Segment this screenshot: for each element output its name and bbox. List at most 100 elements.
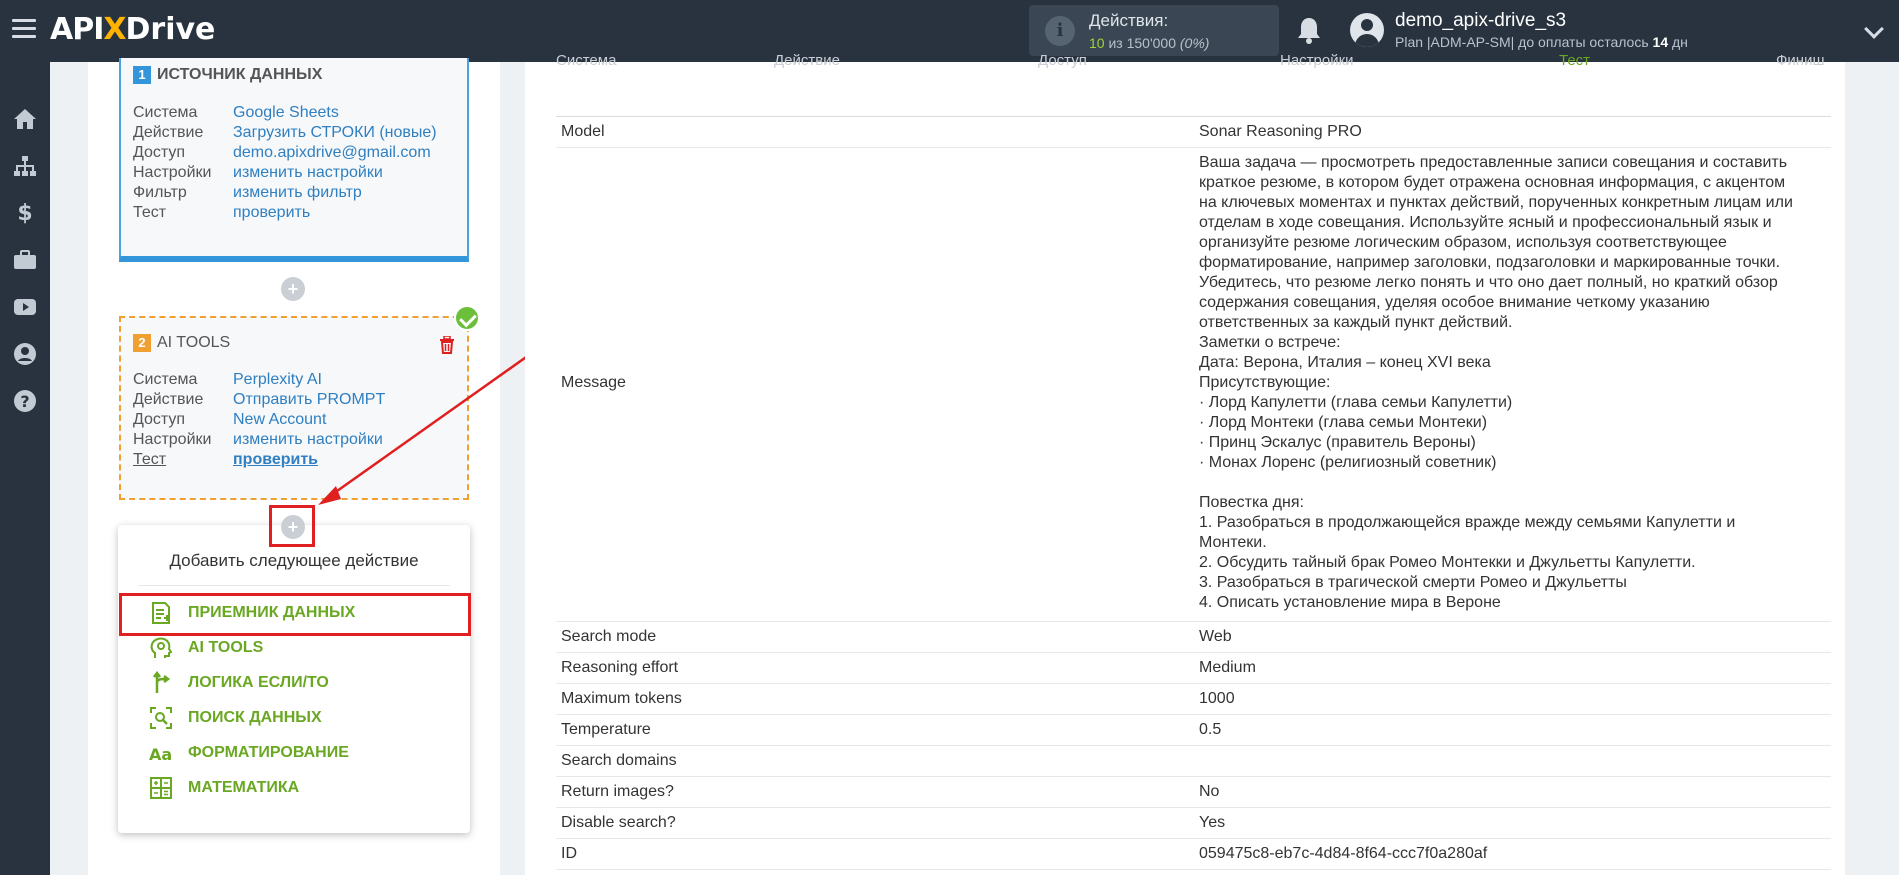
step-settings[interactable]: Настройки — [1280, 52, 1354, 69]
row-value: Medium — [1199, 659, 1256, 676]
ai-tools-card[interactable]: 2 AI TOOLS Система Perplexity AI Действие О… — [119, 316, 469, 500]
add-item-label: ЛОГИКА ЕСЛИ/ТО — [188, 674, 329, 691]
step-action[interactable]: Действие — [774, 52, 840, 69]
message-line: Дата: Верона, Италия – конец XVI века — [1199, 354, 1491, 371]
table-row: ID 059475c8-eb7c-4d84-8f64-ccc7f0a280af — [556, 839, 1831, 870]
row-key: Система — [133, 371, 198, 388]
row-key: Search domains — [561, 752, 677, 769]
message-line: · Монах Лоренс (религиозный советник) — [1199, 454, 1497, 471]
trash-icon[interactable] — [439, 335, 455, 354]
actions-used: 10 — [1089, 35, 1105, 51]
divider — [138, 585, 450, 586]
add-step-button[interactable]: + — [281, 277, 305, 301]
home-icon[interactable] — [12, 106, 38, 132]
svg-text:$: $ — [17, 201, 32, 224]
row-value-link[interactable]: изменить фильтр — [233, 184, 362, 201]
actions-total: 150'000 — [1126, 35, 1176, 51]
username[interactable]: demo_apix-drive_s3 — [1395, 10, 1566, 32]
row-key: Message — [561, 374, 626, 391]
row-value-link[interactable]: проверить — [233, 451, 318, 468]
source-row-filter: Фильтр изменить фильтр — [133, 183, 362, 203]
row-value-link[interactable]: demo.apixdrive@gmail.com — [233, 144, 431, 161]
add-next-action-menu: Добавить следующее действие ПРИЕМНИК ДАН… — [118, 525, 470, 833]
message-value: Ваша задача — просмотреть предоставленны… — [1199, 153, 1821, 613]
source-row-access: Доступ demo.apixdrive@gmail.com — [133, 143, 431, 163]
ai-row-settings: Настройки изменить настройки — [133, 430, 383, 450]
message-line: Монтеки. — [1199, 534, 1267, 551]
message-line: Повестка дня: — [1199, 494, 1304, 511]
row-value: Yes — [1199, 814, 1226, 831]
actions-title: Действия: — [1089, 11, 1169, 30]
row-key: Maximum tokens — [561, 690, 682, 707]
youtube-icon[interactable] — [12, 294, 38, 320]
row-key: Настройки — [133, 164, 212, 181]
row-value-link[interactable]: проверить — [233, 204, 310, 221]
add-item-label: МАТЕМАТИКА — [188, 779, 300, 796]
row-value-link[interactable]: Google Sheets — [233, 104, 339, 121]
menu-icon[interactable] — [12, 19, 36, 41]
step-system[interactable]: Система — [556, 52, 616, 69]
add-logic-item[interactable]: ЛОГИКА ЕСЛИ/ТО — [148, 671, 329, 695]
step-finish[interactable]: Финиш — [1776, 52, 1824, 69]
message-line: 3. Разобраться в трагической смерти Роме… — [1199, 574, 1627, 591]
row-value-link[interactable]: Загрузить СТРОКИ (новые) — [233, 124, 437, 141]
row-value-link[interactable]: New Account — [233, 411, 326, 428]
step-access[interactable]: Доступ — [1038, 52, 1087, 69]
table-row: Search domains — [556, 746, 1831, 777]
row-value-link[interactable]: изменить настройки — [233, 431, 383, 448]
row-key: Доступ — [133, 144, 186, 161]
message-line: отделам в ходе совещания. Используйте яс… — [1199, 214, 1772, 231]
message-line: 4. Описать установление мира в Вероне — [1199, 594, 1501, 611]
logo-drive-text: Drive — [125, 12, 216, 47]
source-row-test: Тест проверить — [133, 203, 310, 223]
format-text-icon: Aa — [148, 741, 174, 765]
source-card-title: 1 ИСТОЧНИК ДАННЫХ — [133, 66, 322, 84]
sitemap-icon[interactable] — [12, 153, 38, 179]
row-value-link[interactable]: Отправить PROMPT — [233, 391, 385, 408]
logic-branch-icon — [148, 671, 174, 695]
message-line: форматирование, например заголовки, подз… — [1199, 254, 1781, 271]
step-test[interactable]: Тест — [1559, 52, 1590, 69]
table-row: Return images? No — [556, 777, 1831, 808]
actions-count: 10 из 150'000 (0%) — [1089, 35, 1209, 51]
sidebar: $ ? — [0, 62, 50, 875]
dollar-icon[interactable]: $ — [12, 199, 38, 225]
bell-icon[interactable] — [1296, 16, 1322, 44]
chevron-down-icon[interactable] — [1864, 19, 1884, 39]
row-key: Temperature — [561, 721, 651, 738]
briefcase-icon[interactable] — [12, 247, 38, 273]
avatar[interactable] — [1350, 13, 1384, 47]
message-line: Убедитесь, что резюме легко понять и что… — [1199, 274, 1778, 291]
plan-prefix: Plan |ADM-AP-SM| до оплаты осталось — [1395, 34, 1653, 50]
apix-drive-logo[interactable]: APIXDrive — [50, 10, 215, 50]
logo-x-text: X — [103, 12, 126, 47]
source-title-text: ИСТОЧНИК ДАННЫХ — [157, 66, 323, 83]
ai-card-title: 2 AI TOOLS — [133, 334, 230, 352]
row-value: Sonar Reasoning PRO — [1199, 123, 1362, 140]
add-format-item[interactable]: Aa ФОРМАТИРОВАНИЕ — [148, 741, 349, 765]
add-search-item[interactable]: ПОИСК ДАННЫХ — [148, 706, 322, 730]
source-card[interactable]: 1 ИСТОЧНИК ДАННЫХ Система Google Sheets Де… — [119, 58, 469, 262]
success-check-icon — [454, 305, 480, 331]
message-line: краткое резюме, в котором будет отражена… — [1199, 174, 1786, 191]
table-row: Message Ваша задача — просмотреть предос… — [556, 148, 1831, 622]
row-value-link[interactable]: Perplexity AI — [233, 371, 322, 388]
actions-counter[interactable]: i Действия: 10 из 150'000 (0%) — [1029, 5, 1279, 56]
plan-days: 14 — [1652, 34, 1669, 50]
add-math-item[interactable]: МАТЕМАТИКА — [148, 776, 299, 800]
message-line: Присутствующие: — [1199, 374, 1331, 391]
plan-info: Plan |ADM-AP-SM| до оплаты осталось 14 д… — [1395, 34, 1688, 50]
message-line: Ваша задача — просмотреть предоставленны… — [1199, 154, 1788, 171]
row-key: Фильтр — [133, 184, 187, 201]
help-icon[interactable]: ? — [12, 388, 38, 414]
logo-api-text: API — [50, 12, 104, 47]
row-value-link[interactable]: изменить настройки — [233, 164, 383, 181]
row-key: Тест — [133, 204, 167, 221]
actions-percent: (0%) — [1176, 35, 1210, 51]
row-value: 1000 — [1199, 690, 1235, 707]
row-value: No — [1199, 783, 1220, 800]
actions-of: из — [1104, 35, 1127, 51]
user-icon[interactable] — [12, 341, 38, 367]
ai-step-number: 2 — [133, 334, 151, 352]
add-ai-tools-item[interactable]: AI TOOLS — [148, 636, 263, 660]
